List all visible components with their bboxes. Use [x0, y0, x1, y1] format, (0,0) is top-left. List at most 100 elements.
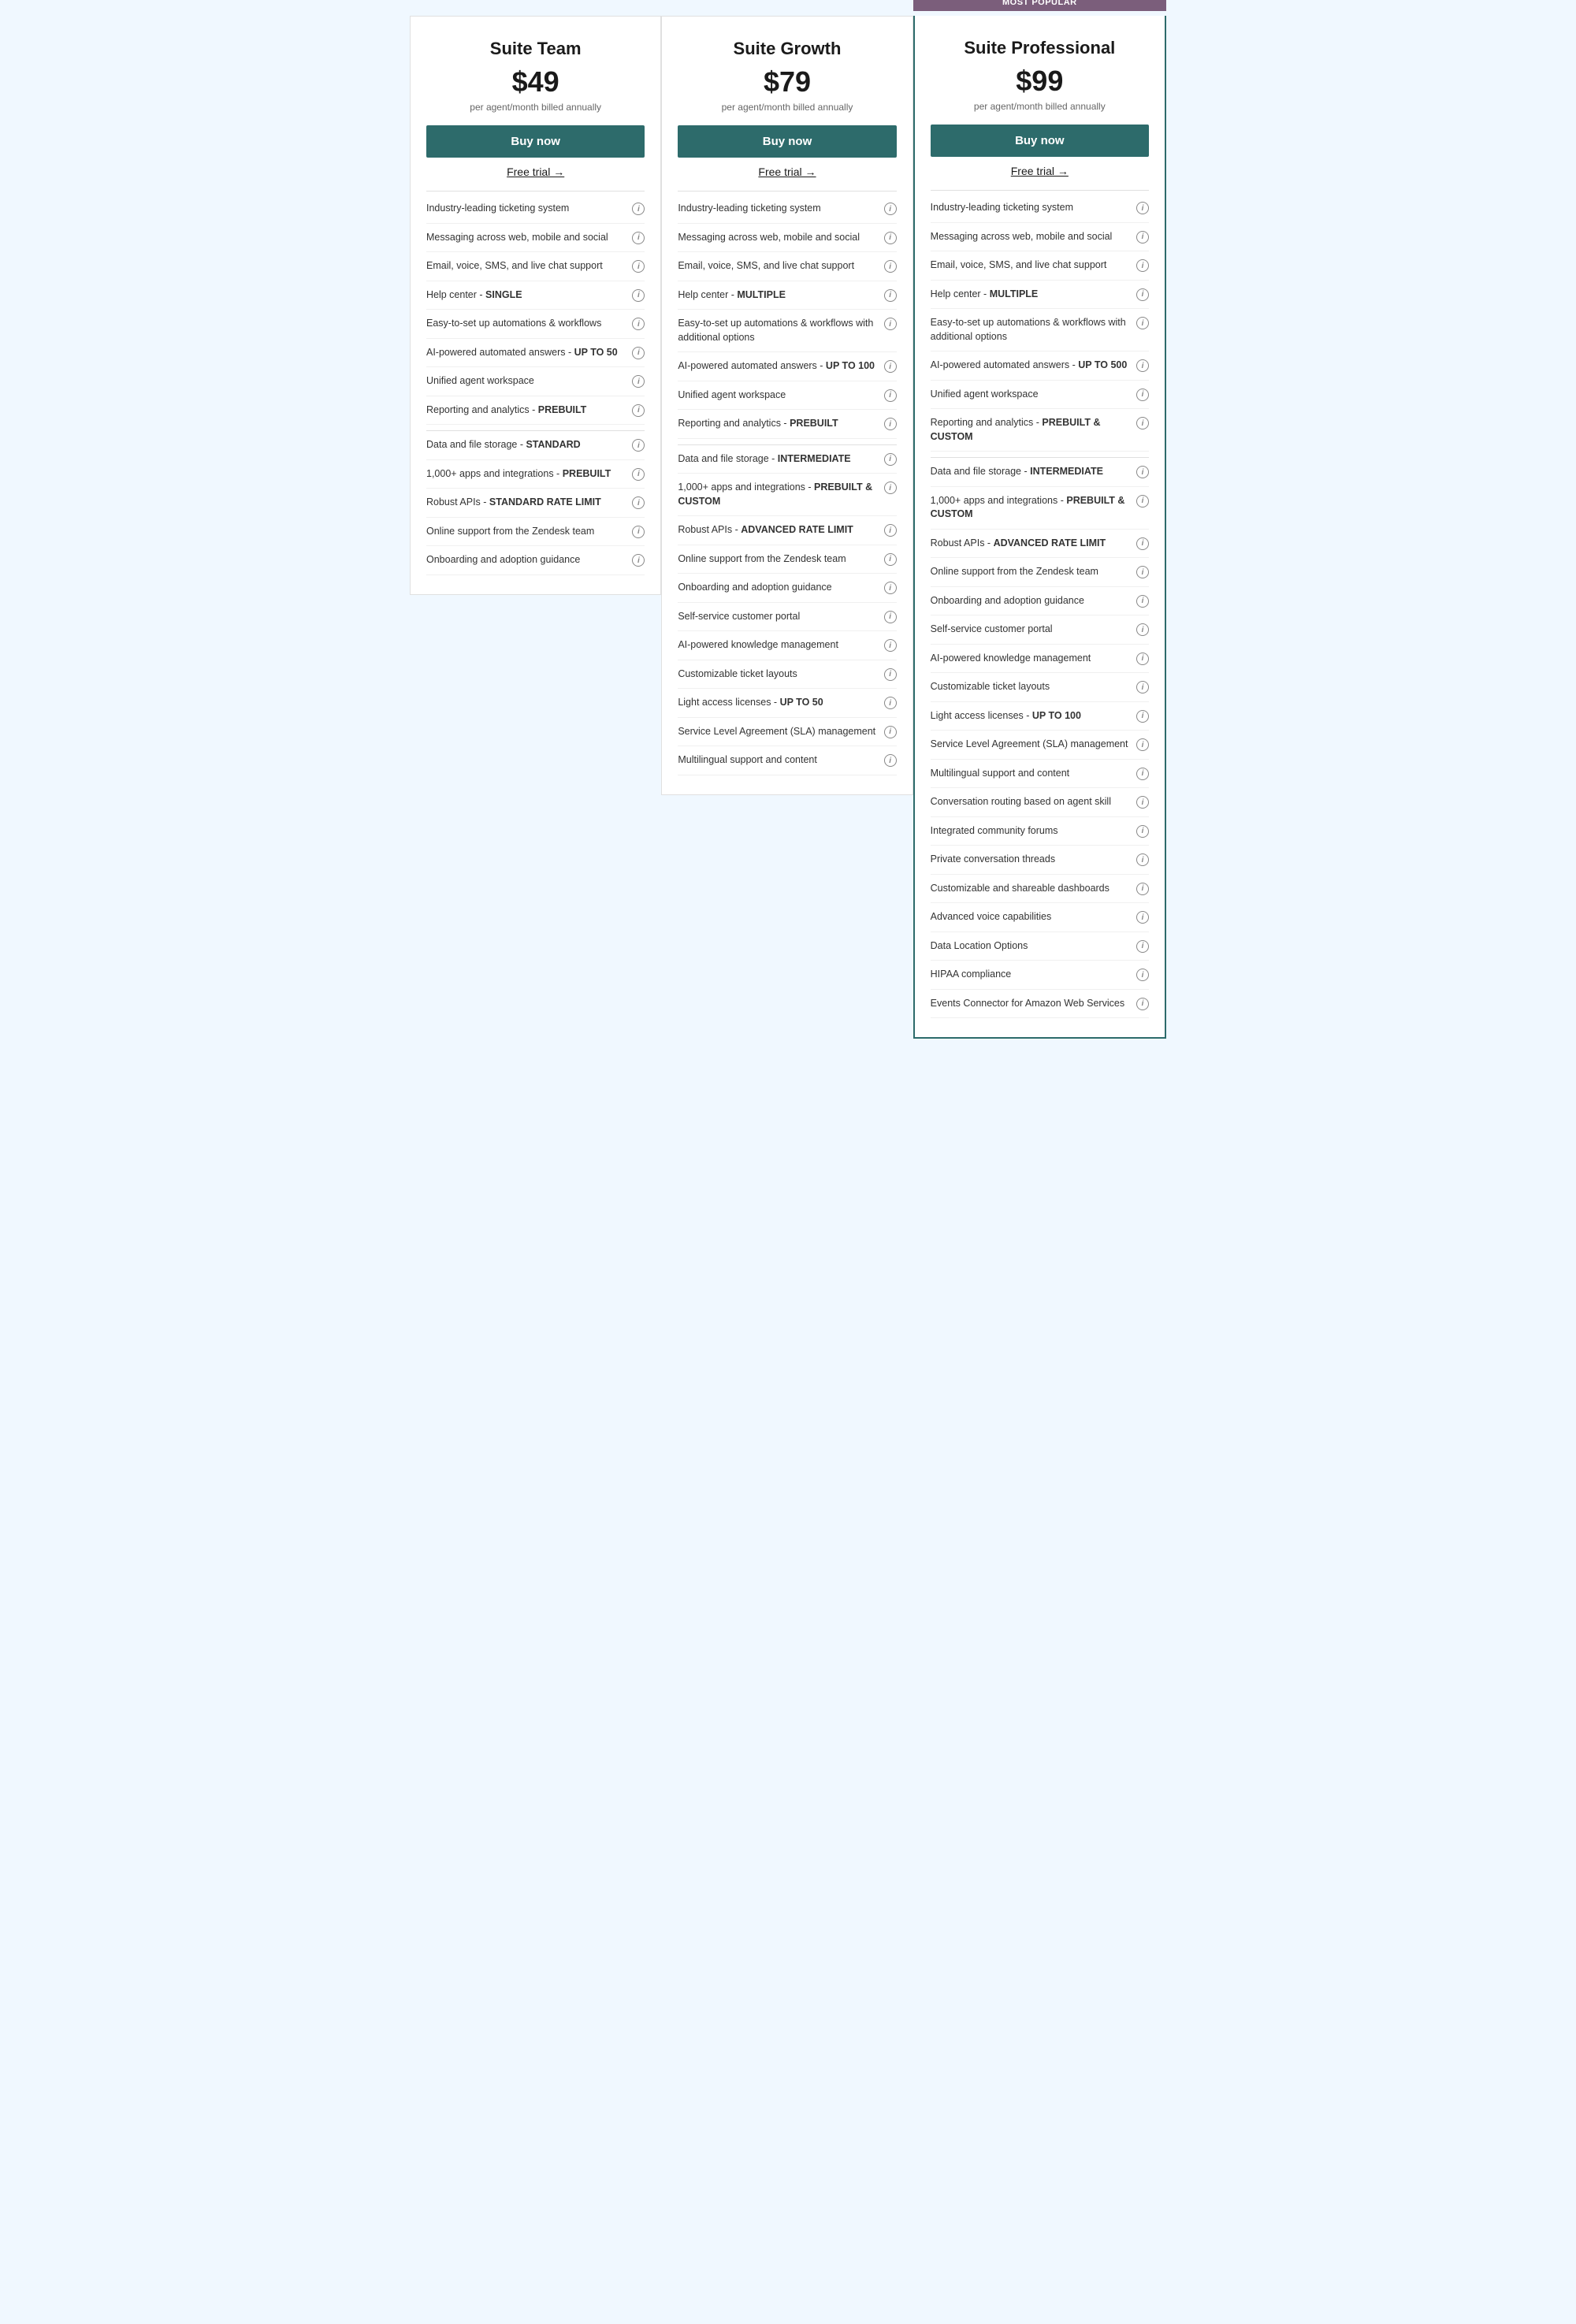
- info-icon[interactable]: i: [1136, 317, 1149, 329]
- info-icon[interactable]: i: [884, 668, 897, 681]
- info-icon[interactable]: i: [1136, 389, 1149, 401]
- feature-row: Easy-to-set up automations & workflows w…: [931, 309, 1149, 351]
- info-icon[interactable]: i: [884, 524, 897, 537]
- info-icon[interactable]: i: [884, 726, 897, 738]
- info-icon[interactable]: i: [1136, 883, 1149, 895]
- plan-title-suite-professional: Suite Professional: [931, 38, 1149, 58]
- info-icon[interactable]: i: [1136, 537, 1149, 550]
- info-icon[interactable]: i: [632, 289, 645, 302]
- info-icon[interactable]: i: [884, 418, 897, 430]
- section-gap: [678, 439, 896, 445]
- feature-text: Light access licenses - UP TO 50: [678, 696, 877, 710]
- feature-text: AI-powered automated answers - UP TO 100: [678, 359, 877, 374]
- info-icon[interactable]: i: [1136, 231, 1149, 244]
- info-icon[interactable]: i: [884, 360, 897, 373]
- info-icon[interactable]: i: [1136, 566, 1149, 578]
- feature-row: Reporting and analytics - PREBUILT i: [678, 410, 896, 439]
- info-icon[interactable]: i: [1136, 911, 1149, 924]
- buy-now-button-suite-growth[interactable]: Buy now: [678, 125, 896, 158]
- feature-text: Messaging across web, mobile and social: [678, 231, 877, 245]
- info-icon[interactable]: i: [632, 404, 645, 417]
- info-icon[interactable]: i: [1136, 259, 1149, 272]
- feature-row: AI-powered knowledge management i: [678, 631, 896, 660]
- info-icon[interactable]: i: [632, 526, 645, 538]
- info-icon[interactable]: i: [1136, 595, 1149, 608]
- feature-text: Robust APIs - ADVANCED RATE LIMIT: [931, 537, 1130, 551]
- info-icon[interactable]: i: [1136, 653, 1149, 665]
- free-trial-link-suite-growth[interactable]: Free trial →: [678, 165, 896, 178]
- buy-now-button-suite-team[interactable]: Buy now: [426, 125, 645, 158]
- plan-card-suite-team: Suite Team$49per agent/month billed annu…: [410, 16, 661, 595]
- info-icon[interactable]: i: [884, 611, 897, 623]
- info-icon[interactable]: i: [1136, 738, 1149, 751]
- info-icon[interactable]: i: [1136, 969, 1149, 981]
- info-icon[interactable]: i: [884, 318, 897, 330]
- feature-text: Messaging across web, mobile and social: [426, 231, 626, 245]
- info-icon[interactable]: i: [884, 482, 897, 494]
- buy-now-button-suite-professional[interactable]: Buy now: [931, 125, 1149, 157]
- feature-row: Industry-leading ticketing system i: [426, 195, 645, 224]
- info-icon[interactable]: i: [1136, 288, 1149, 301]
- info-icon[interactable]: i: [1136, 940, 1149, 953]
- plan-billing-suite-professional: per agent/month billed annually: [931, 101, 1149, 112]
- info-icon[interactable]: i: [1136, 825, 1149, 838]
- info-icon[interactable]: i: [884, 697, 897, 709]
- info-icon[interactable]: i: [884, 639, 897, 652]
- info-icon[interactable]: i: [1136, 495, 1149, 508]
- feature-row: Customizable and shareable dashboards i: [931, 875, 1149, 904]
- info-icon[interactable]: i: [1136, 681, 1149, 693]
- info-icon[interactable]: i: [632, 375, 645, 388]
- info-icon[interactable]: i: [884, 260, 897, 273]
- feature-text: Help center - MULTIPLE: [678, 288, 877, 303]
- feature-row: Events Connector for Amazon Web Services…: [931, 990, 1149, 1019]
- info-icon[interactable]: i: [1136, 998, 1149, 1010]
- info-icon[interactable]: i: [884, 453, 897, 466]
- feature-text: Conversation routing based on agent skil…: [931, 795, 1130, 809]
- info-icon[interactable]: i: [632, 260, 645, 273]
- info-icon[interactable]: i: [1136, 202, 1149, 214]
- feature-text: Easy-to-set up automations & workflows: [426, 317, 626, 331]
- info-icon[interactable]: i: [884, 232, 897, 244]
- info-icon[interactable]: i: [884, 553, 897, 566]
- info-icon[interactable]: i: [632, 554, 645, 567]
- info-icon[interactable]: i: [632, 439, 645, 452]
- feature-row: Customizable ticket layouts i: [931, 673, 1149, 702]
- info-icon[interactable]: i: [632, 347, 645, 359]
- free-trial-link-suite-team[interactable]: Free trial →: [426, 165, 645, 178]
- info-icon[interactable]: i: [632, 496, 645, 509]
- feature-text: Events Connector for Amazon Web Services: [931, 997, 1130, 1011]
- feature-text: Industry-leading ticketing system: [678, 202, 877, 216]
- free-trial-link-suite-professional[interactable]: Free trial →: [931, 165, 1149, 177]
- feature-row: Email, voice, SMS, and live chat support…: [931, 251, 1149, 281]
- info-icon[interactable]: i: [884, 203, 897, 215]
- feature-text: Unified agent workspace: [426, 374, 626, 389]
- feature-text: Unified agent workspace: [678, 389, 877, 403]
- feature-row: Onboarding and adoption guidance i: [426, 546, 645, 575]
- info-icon[interactable]: i: [632, 318, 645, 330]
- info-icon[interactable]: i: [1136, 417, 1149, 429]
- info-icon[interactable]: i: [632, 232, 645, 244]
- info-icon[interactable]: i: [884, 289, 897, 302]
- info-icon[interactable]: i: [884, 754, 897, 767]
- info-icon[interactable]: i: [632, 468, 645, 481]
- info-icon[interactable]: i: [632, 203, 645, 215]
- feature-row: Advanced voice capabilities i: [931, 903, 1149, 932]
- feature-text: 1,000+ apps and integrations - PREBUILT …: [931, 494, 1130, 522]
- info-icon[interactable]: i: [884, 582, 897, 594]
- feature-text: Customizable ticket layouts: [678, 667, 877, 682]
- info-icon[interactable]: i: [1136, 796, 1149, 809]
- info-icon[interactable]: i: [1136, 768, 1149, 780]
- info-icon[interactable]: i: [1136, 466, 1149, 478]
- feature-row: Email, voice, SMS, and live chat support…: [678, 252, 896, 281]
- feature-row: Light access licenses - UP TO 100 i: [931, 702, 1149, 731]
- info-icon[interactable]: i: [884, 389, 897, 402]
- info-icon[interactable]: i: [1136, 853, 1149, 866]
- feature-row: Self-service customer portal i: [931, 615, 1149, 645]
- info-icon[interactable]: i: [1136, 359, 1149, 372]
- plan-title-suite-team: Suite Team: [426, 39, 645, 59]
- info-icon[interactable]: i: [1136, 623, 1149, 636]
- feature-text: Onboarding and adoption guidance: [678, 581, 877, 595]
- feature-row: Self-service customer portal i: [678, 603, 896, 632]
- feature-row: Robust APIs - STANDARD RATE LIMIT i: [426, 489, 645, 518]
- info-icon[interactable]: i: [1136, 710, 1149, 723]
